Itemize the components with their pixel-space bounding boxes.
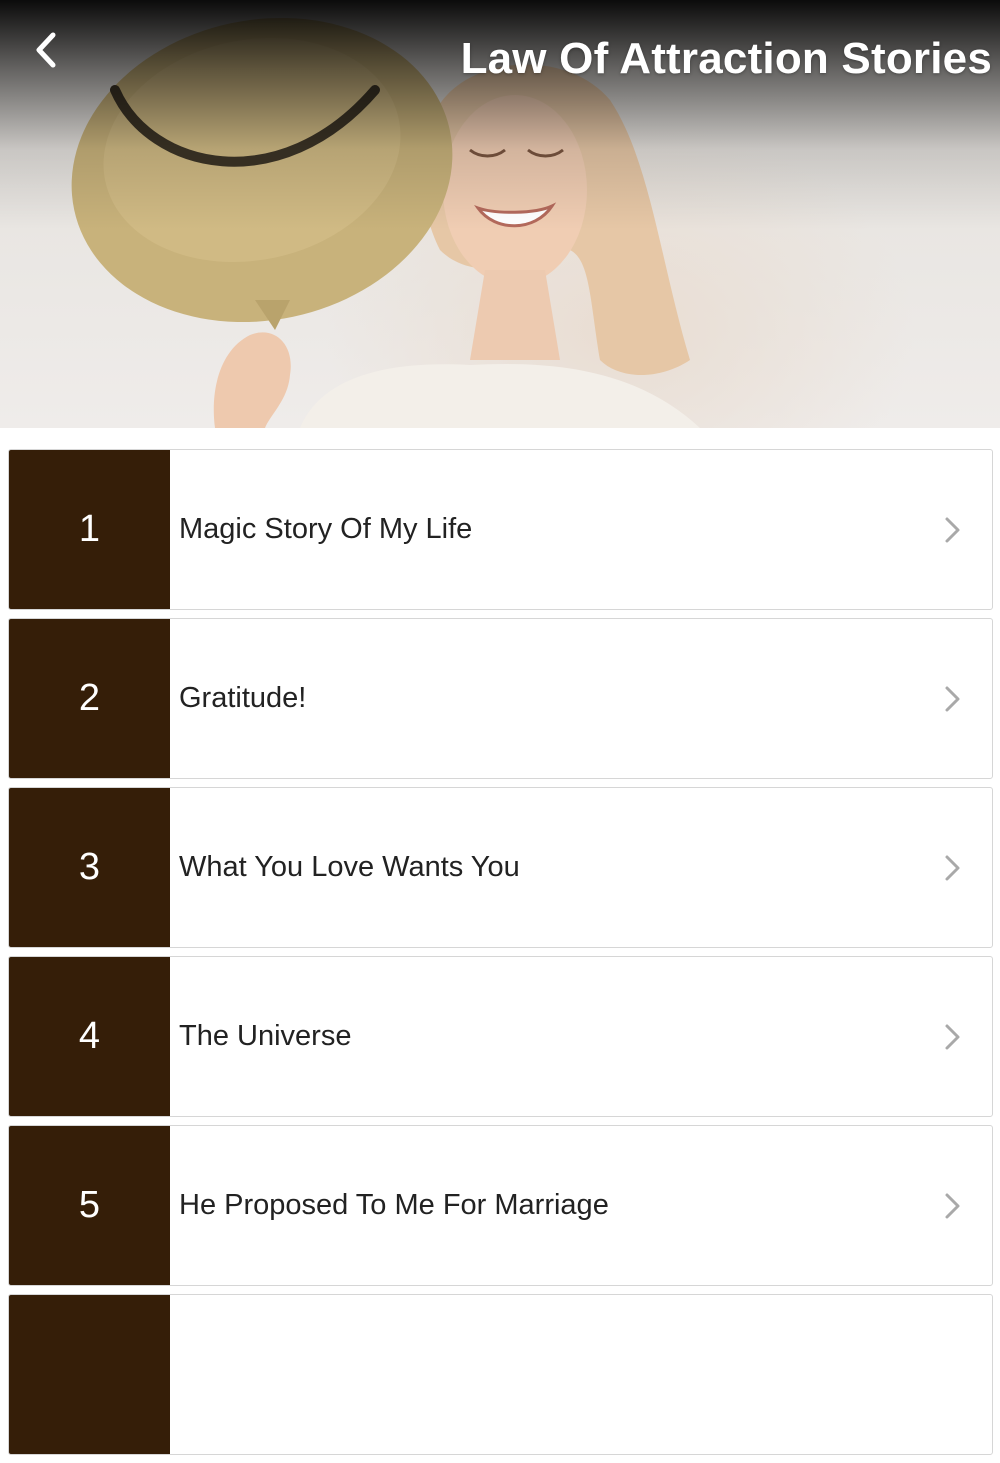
story-number: 5 — [9, 1126, 170, 1285]
story-number — [9, 1295, 170, 1454]
list-item-partial[interactable] — [8, 1294, 993, 1455]
story-list: 1 Magic Story Of My Life 2 Gratitude! 3 … — [8, 449, 993, 1463]
header-banner: Law Of Attraction Stories — [0, 0, 1000, 428]
page-title: Law Of Attraction Stories — [460, 34, 992, 83]
story-title: What You Love Wants You — [179, 851, 520, 883]
story-title — [170, 1295, 992, 1454]
chevron-right-icon — [945, 517, 960, 542]
chevron-right-icon — [945, 686, 960, 711]
list-item[interactable]: 3 What You Love Wants You — [8, 787, 993, 948]
story-number: 2 — [9, 619, 170, 778]
list-item[interactable]: 4 The Universe — [8, 956, 993, 1117]
story-title: Magic Story Of My Life — [179, 513, 473, 545]
list-item[interactable]: 5 He Proposed To Me For Marriage — [8, 1125, 993, 1286]
chevron-right-icon — [945, 1024, 960, 1049]
list-item[interactable]: 1 Magic Story Of My Life — [8, 449, 993, 610]
story-number: 1 — [9, 450, 170, 609]
chevron-right-icon — [945, 855, 960, 880]
back-button[interactable] — [20, 24, 72, 76]
story-title: He Proposed To Me For Marriage — [179, 1189, 609, 1221]
list-item[interactable]: 2 Gratitude! — [8, 618, 993, 779]
chevron-left-icon — [36, 32, 56, 68]
chevron-right-icon — [945, 1193, 960, 1218]
story-title: Gratitude! — [179, 682, 307, 714]
story-title: The Universe — [179, 1020, 352, 1052]
story-number: 4 — [9, 957, 170, 1116]
story-number: 3 — [9, 788, 170, 947]
